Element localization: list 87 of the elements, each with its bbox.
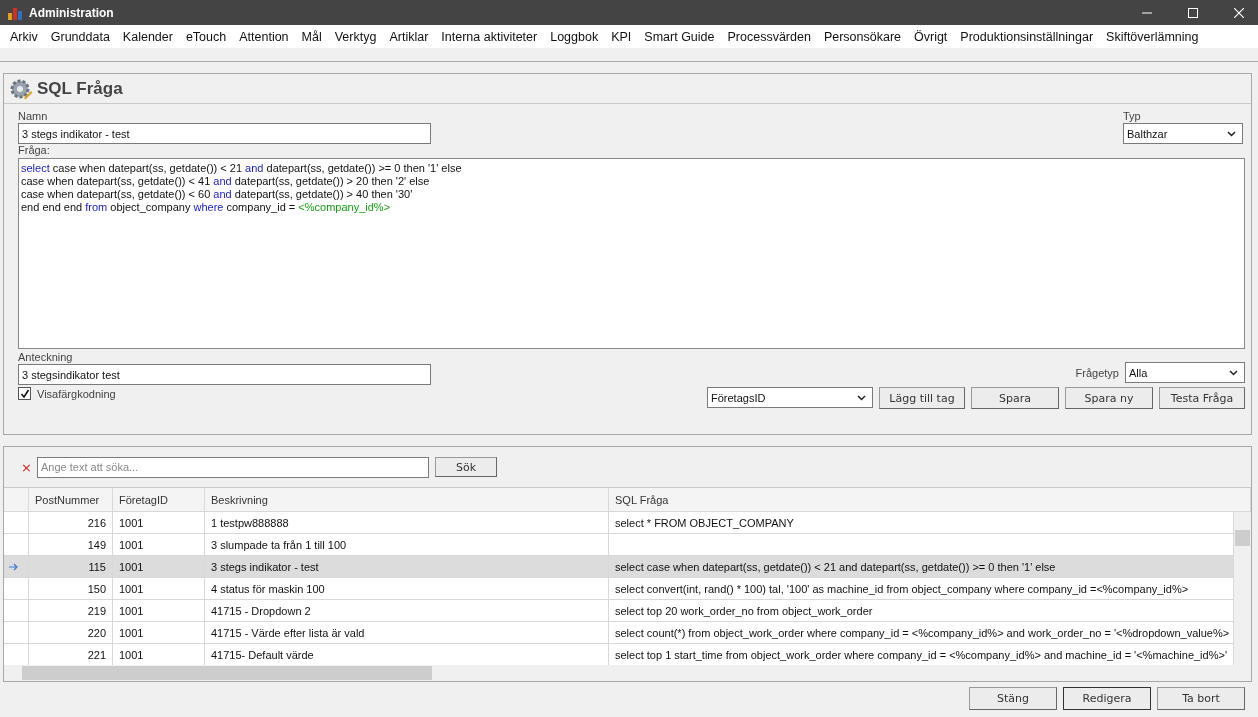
code-line: case when datepart(ss, getdate()) < 41 and datepart(ss, getdate()) > 20 then '2' else — [21, 175, 431, 188]
table-cell: 1 testpw888888 — [205, 512, 609, 533]
field-label: Namn — [18, 110, 49, 123]
column-header[interactable]: FöretagID — [113, 488, 205, 511]
code-line: select case when datepart(ss, getdate()) < 21 and datepart(ss, getdate()) >= 0 then '1' else — [21, 162, 463, 175]
tag-dropdown[interactable]: FöretagsID — [707, 387, 873, 408]
menu-item[interactable]: eTouch — [178, 29, 233, 44]
table-row[interactable]: 216 1001 1 testpw888888 select * FROM OBJECT_COMPANY — [4, 512, 1234, 534]
table-cell: 3 slumpade ta från 1 till 100 — [205, 534, 609, 555]
footer-button[interactable]: Stäng — [969, 687, 1057, 710]
column-header[interactable]: PostNummer — [29, 488, 113, 511]
checkbox-label: Visafärgkodning — [37, 387, 116, 400]
query-type-dropdown[interactable]: Alla — [1125, 362, 1245, 383]
chevron-icon — [1227, 130, 1236, 137]
table-cell: select case when datepart(ss, getdate()) < 21 and datepart(ss, getdate()) >= 0 then '1' else — [615, 560, 1056, 573]
menu-item[interactable]: Loggbok — [543, 29, 605, 44]
type-dropdown[interactable]: Balthzar — [1123, 123, 1243, 144]
menu-item[interactable]: Attention — [232, 29, 295, 44]
action-button[interactable]: Spara ny — [1065, 387, 1153, 409]
menu-item[interactable]: Smart Guide — [637, 29, 721, 44]
menu-item[interactable]: Arkiv — [3, 29, 44, 44]
menu-item[interactable]: Artiklar — [382, 29, 435, 44]
table-cell: 1001 — [113, 512, 205, 533]
table-cell: 1001 — [113, 556, 205, 577]
table-cell: select * FROM OBJECT_COMPANY — [615, 516, 794, 529]
action-button[interactable]: Testa Fråga — [1159, 387, 1245, 409]
table-cell: select count(*) from object_work_order where company_id = <%company_id%> and work_order_no = '<%dropdown_value%> — [615, 626, 1230, 639]
menu-item[interactable]: Produktionsinställningar — [953, 29, 1100, 44]
footer-button[interactable]: Ta bort — [1157, 687, 1245, 710]
query-editor[interactable] — [18, 158, 1245, 349]
maximize-icon[interactable] — [1188, 7, 1198, 18]
chevron-icon — [857, 394, 866, 401]
table-cell: 115 — [29, 556, 113, 577]
arrow-icon — [9, 562, 19, 571]
table-cell: 1001 — [113, 578, 205, 599]
table-row[interactable]: 220 1001 41715 - Värde efter lista är vald select count(*) from object_work_order where company_id = <%company_id%> and work_order_no = '<%dropdown_value%> — [4, 622, 1234, 644]
note-field[interactable]: 3 stegsindikator test — [18, 364, 431, 385]
menu-item[interactable]: Övrigt — [907, 29, 954, 44]
menu-item[interactable]: Skiftöverlämning — [1099, 29, 1205, 44]
action-button[interactable]: Lägg till tag — [879, 387, 965, 409]
table-cell: 216 — [29, 512, 113, 533]
search-field[interactable]: Ange text att söka... — [37, 456, 429, 478]
table-cell: 41715 - Värde efter lista är vald — [205, 622, 609, 643]
menu-item[interactable]: KPI — [604, 29, 638, 44]
table-cell: 149 — [29, 534, 113, 555]
horizontal-scrollbar[interactable] — [4, 665, 1251, 681]
table-row[interactable]: 219 1001 41715 - Dropdown 2 select top 20 work_order_no from object_work_order — [4, 600, 1234, 622]
table-row[interactable]: 115 1001 3 stegs indikator - test select case when datepart(ss, getdate()) < 21 and datepart(ss, getdate()) >= 0 then '1' else — [4, 556, 1234, 578]
table-cell: 1001 — [113, 534, 205, 555]
field-label: Frågetyp — [1075, 366, 1119, 379]
menu-item[interactable]: Grunddata — [43, 29, 116, 44]
clear-button[interactable]: × — [21, 459, 31, 475]
menu-item[interactable]: Personsökare — [816, 29, 907, 44]
menu-item[interactable]: Verktyg — [327, 29, 383, 44]
column-header[interactable]: SQL Fråga — [609, 488, 1251, 511]
search-button[interactable]: Sök — [435, 457, 497, 477]
code-line: case when datepart(ss, getdate()) < 60 and datepart(ss, getdate()) > 40 then '30' — [21, 188, 414, 201]
table-cell: 150 — [29, 578, 113, 599]
table-cell: 1001 — [113, 600, 205, 621]
close-icon[interactable] — [1234, 7, 1244, 18]
chevron-icon — [1229, 369, 1238, 376]
table-cell: 219 — [29, 600, 113, 621]
table-cell: select top 20 work_order_no from object_work_order — [615, 604, 873, 617]
name-field[interactable]: 3 stegs indikator - test — [18, 123, 431, 144]
panel-title: SQL Fråga — [37, 78, 123, 99]
column-header[interactable]: Beskrivning — [205, 488, 609, 511]
checkbox[interactable] — [18, 387, 31, 400]
code-line: end end end from object_company where company_id = <%company_id%> — [21, 201, 392, 214]
menu-item[interactable]: Processvärden — [720, 29, 817, 44]
table-cell: 41715 - Dropdown 2 — [205, 600, 609, 621]
window-title: Administration — [29, 5, 114, 20]
field-label: Fråga: — [18, 144, 51, 157]
table-cell: select top 1 start_time from object_work_order where company_id = <%company_id%> and machine_id = '<%machine_id%>' — [615, 648, 1227, 661]
table-row[interactable]: 150 1001 4 status för maskin 100 select convert(int, rand() * 100) tal, '100' as machine_id from object_company where company_id =<%company_id%> — [4, 578, 1234, 600]
vertical-scrollbar[interactable] — [1234, 512, 1251, 665]
table-cell: 3 stegs indikator - test — [205, 556, 609, 577]
menu-item[interactable]: Interna aktiviteter — [434, 29, 544, 44]
footer-button[interactable]: Redigera — [1063, 687, 1151, 710]
field-label: Anteckning — [18, 351, 74, 364]
table-cell: 1001 — [113, 622, 205, 643]
table-cell: 220 — [29, 622, 113, 643]
menu-item[interactable]: Mål — [294, 29, 328, 44]
table-cell: 4 status för maskin 100 — [205, 578, 609, 599]
field-label: Typ — [1123, 110, 1142, 123]
action-button[interactable]: Spara — [971, 387, 1059, 409]
table-cell: select convert(int, rand() * 100) tal, '100' as machine_id from object_company where company_id =<%company_id%> — [615, 582, 1189, 595]
menu-item[interactable]: Kalender — [115, 29, 179, 44]
